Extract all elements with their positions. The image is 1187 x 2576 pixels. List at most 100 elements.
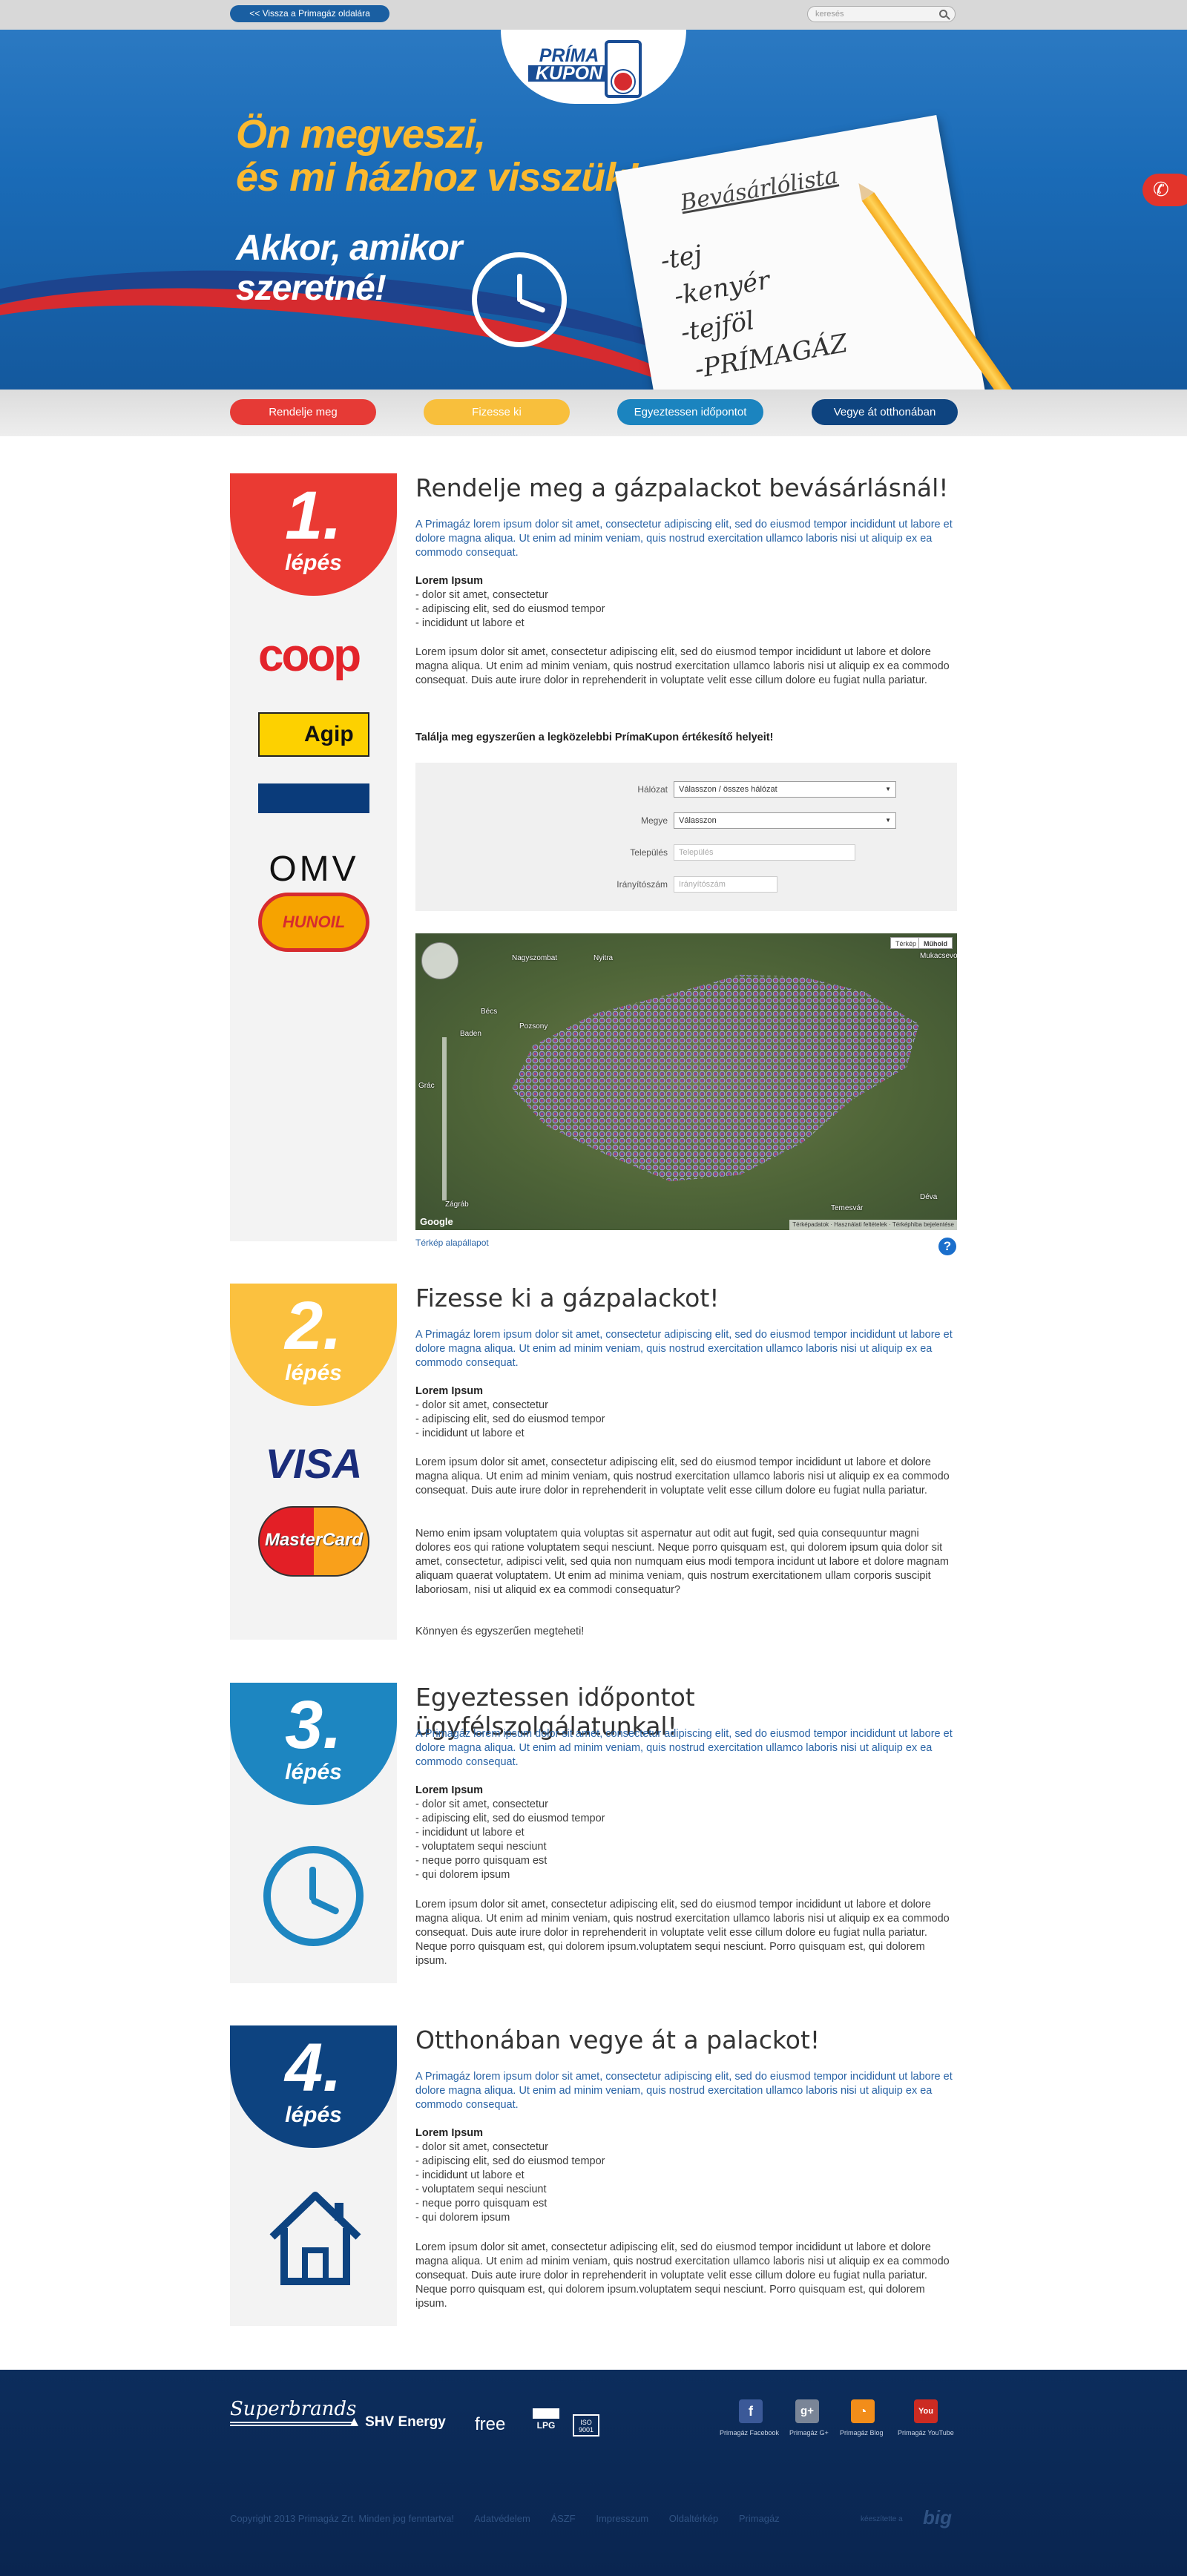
network-select[interactable]: Válasszon / összes hálózat — [674, 781, 896, 798]
zip-label: Irányítószám — [616, 879, 668, 890]
search-icon[interactable] — [939, 10, 947, 18]
nav-step-1-button[interactable]: Rendelje meg — [230, 399, 376, 425]
store-map[interactable]: Térkép Műhold Bécs Pozsony Nyitra Nagysz… — [415, 933, 957, 1230]
map-city-label: Bécs — [481, 1008, 498, 1016]
step-title: Otthonában vegye át a palackot! — [415, 2025, 821, 2054]
step-list-title: Lorem Ipsum — [415, 575, 484, 587]
shopping-list-title: Bevásárlólista — [678, 162, 840, 217]
map-pan-control[interactable] — [421, 942, 458, 979]
step-list-title: Lorem Ipsum — [415, 2127, 484, 2139]
list-item: - incididunt ut labore et — [415, 2169, 525, 2181]
map-type-map-button[interactable]: Térkép — [890, 937, 921, 949]
step-word: lépés — [285, 2103, 342, 2127]
phone-icon: ✆ — [1153, 178, 1169, 200]
footer-link-imprint[interactable]: Impresszum — [596, 2513, 648, 2524]
back-to-primagaz-button[interactable]: << Vissza a Primagáz oldalára — [230, 5, 389, 22]
step-list-title: Lorem Ipsum — [415, 1385, 484, 1397]
blog-link[interactable]: Primagáz Blog — [840, 2429, 884, 2437]
nav-step-4-button[interactable]: Vegye át otthonában — [812, 399, 958, 425]
step-list: Lorem Ipsum - dolor sit amet, consectetu… — [415, 1784, 957, 1882]
shopping-list-item: -tejföl — [678, 306, 757, 348]
map-city-label: Grác — [418, 1082, 435, 1090]
list-item: - dolor sit amet, consectetur — [415, 2141, 548, 2153]
help-icon[interactable]: ? — [938, 1238, 956, 1255]
mastercard-label: MasterCard — [264, 1530, 364, 1550]
list-item: - voluptatem sequi nesciunt — [415, 2184, 547, 2195]
search-input[interactable]: keresés — [807, 6, 956, 22]
coop-logo: coop — [258, 630, 361, 681]
step-title: Rendelje meg a gázpalackot bevásárlásnál… — [415, 473, 949, 502]
agency-logo[interactable]: big — [923, 2506, 952, 2529]
step-list: Lorem Ipsum - dolor sit amet, consectetu… — [415, 1384, 957, 1441]
copyright-text: Copyright 2013 Primagáz Zrt. Minden jog … — [230, 2513, 455, 2524]
hero-headline-1: Ön megveszi, — [236, 112, 486, 157]
nav-step-3-button[interactable]: Egyeztessen időpontot — [617, 399, 763, 425]
list-item: - incididunt ut labore et — [415, 1427, 525, 1439]
city-input[interactable]: Település — [674, 844, 855, 861]
step-body: Nemo enim ipsam voluptatem quia voluptas… — [415, 1528, 949, 1596]
county-select[interactable]: Válasszon — [674, 812, 896, 829]
shv-energy-logo: ▲ SHV Energy — [347, 2414, 446, 2430]
step-list: Lorem Ipsum - dolor sit amet, consectetu… — [415, 574, 957, 631]
zip-input[interactable]: Irányítószám — [674, 876, 777, 893]
shopping-list-item: -tej — [658, 240, 705, 277]
step-word: lépés — [285, 551, 342, 575]
step-body: Lorem ipsum dolor sit amet, consectetur … — [415, 1456, 950, 1496]
step-number: 2. — [285, 1288, 342, 1364]
step-1-section: 1. lépés coop Agip OMV HUNOIL Rendelje me… — [230, 473, 957, 1255]
hero-clock-icon — [472, 252, 567, 347]
footer-link-primagaz[interactable]: Primagáz — [739, 2513, 780, 2524]
prima-kupon-logo[interactable]: PRÍMA KUPON — [528, 47, 610, 83]
footer-link-privacy[interactable]: Adatvédelem — [474, 2513, 530, 2524]
googleplus-link[interactable]: Primagáz G+ — [789, 2429, 829, 2437]
map-reset-link[interactable]: Térkép alapállapot — [415, 1230, 489, 1256]
step-number: 1. — [285, 478, 342, 553]
footer-link-sitemap[interactable]: Oldaltérkép — [669, 2513, 718, 2524]
step-intro: A Primagáz lorem ipsum dolor sit amet, c… — [415, 1329, 953, 1369]
hero-banner: PRÍMA KUPON Ön megveszi, és mi házhoz viss… — [0, 30, 1187, 390]
step-body: Lorem ipsum dolor sit amet, consectetur … — [415, 1899, 950, 1967]
facebook-icon[interactable]: f — [739, 2399, 763, 2423]
shopping-list-paper: Bevásárlólista -tej -kenyér -tejföl -PRÍ… — [614, 114, 991, 390]
list-item: - dolor sit amet, consectetur — [415, 589, 548, 601]
blog-rss-icon[interactable]: ◔ — [851, 2399, 875, 2423]
list-item: - dolor sit amet, consectetur — [415, 1399, 548, 1411]
list-item: - adipiscing elit, sed do eiusmod tempor — [415, 603, 605, 615]
list-item: - neque porro quisquam est — [415, 2198, 548, 2209]
google-logo: Google — [420, 1216, 453, 1227]
list-item: - voluptatem sequi nesciunt — [415, 1841, 547, 1853]
map-type-satellite-button[interactable]: Műhold — [918, 937, 953, 949]
city-label: Település — [630, 847, 668, 858]
steps-nav: Rendelje meg Fizesse ki Egyeztessen időp… — [0, 390, 1187, 436]
footer-link-terms[interactable]: ÁSZF — [550, 2513, 575, 2524]
hero-headline-2: és mi házhoz visszük! — [236, 155, 639, 200]
youtube-link[interactable]: Primagáz YouTube — [898, 2429, 954, 2437]
store-markers-cluster[interactable] — [512, 974, 919, 1182]
facebook-link[interactable]: Primagáz Facebook — [720, 2429, 779, 2437]
house-icon — [263, 2185, 367, 2289]
list-item: - qui dolorem ipsum — [415, 2212, 510, 2224]
phone-callback-button[interactable]: ✆ — [1142, 174, 1187, 206]
shopping-list-item: -kenyér — [671, 265, 772, 312]
store-finder-form: Hálózat Válasszon / összes hálózat Megye… — [415, 763, 957, 911]
step-intro: A Primagáz lorem ipsum dolor sit amet, c… — [415, 2071, 953, 2111]
youtube-icon[interactable]: You — [914, 2399, 938, 2423]
list-item: - adipiscing elit, sed do eiusmod tempor — [415, 2155, 605, 2167]
nav-step-2-button[interactable]: Fizesse ki — [424, 399, 570, 425]
made-by-text: kéeszítette a — [861, 2515, 903, 2523]
map-attribution[interactable]: Térképadatok · Használati feltételek · T… — [789, 1220, 957, 1230]
step-list: Lorem Ipsum - dolor sit amet, consectetu… — [415, 2126, 957, 2225]
agip-logo: Agip — [258, 712, 369, 757]
network-label: Hálózat — [637, 784, 668, 795]
logo-line2: KUPON — [528, 65, 610, 83]
step-list-title: Lorem Ipsum — [415, 1784, 484, 1796]
map-zoom-slider[interactable] — [442, 1037, 447, 1200]
hero-subline: Akkor, amikor szeretné! — [236, 229, 462, 309]
step-body: Lorem ipsum dolor sit amet, consectetur … — [415, 2241, 950, 2310]
googleplus-icon[interactable]: g+ — [795, 2399, 819, 2423]
county-row: Megye Válasszon — [415, 812, 957, 829]
footer: Superbrands ▲ SHV Energy free LPG ISO 90… — [0, 2370, 1187, 2576]
step-body: Könnyen és egyszerűen megteheti! — [415, 1626, 585, 1637]
clock-icon — [263, 1846, 364, 1946]
city-row: Település Település — [415, 844, 957, 861]
